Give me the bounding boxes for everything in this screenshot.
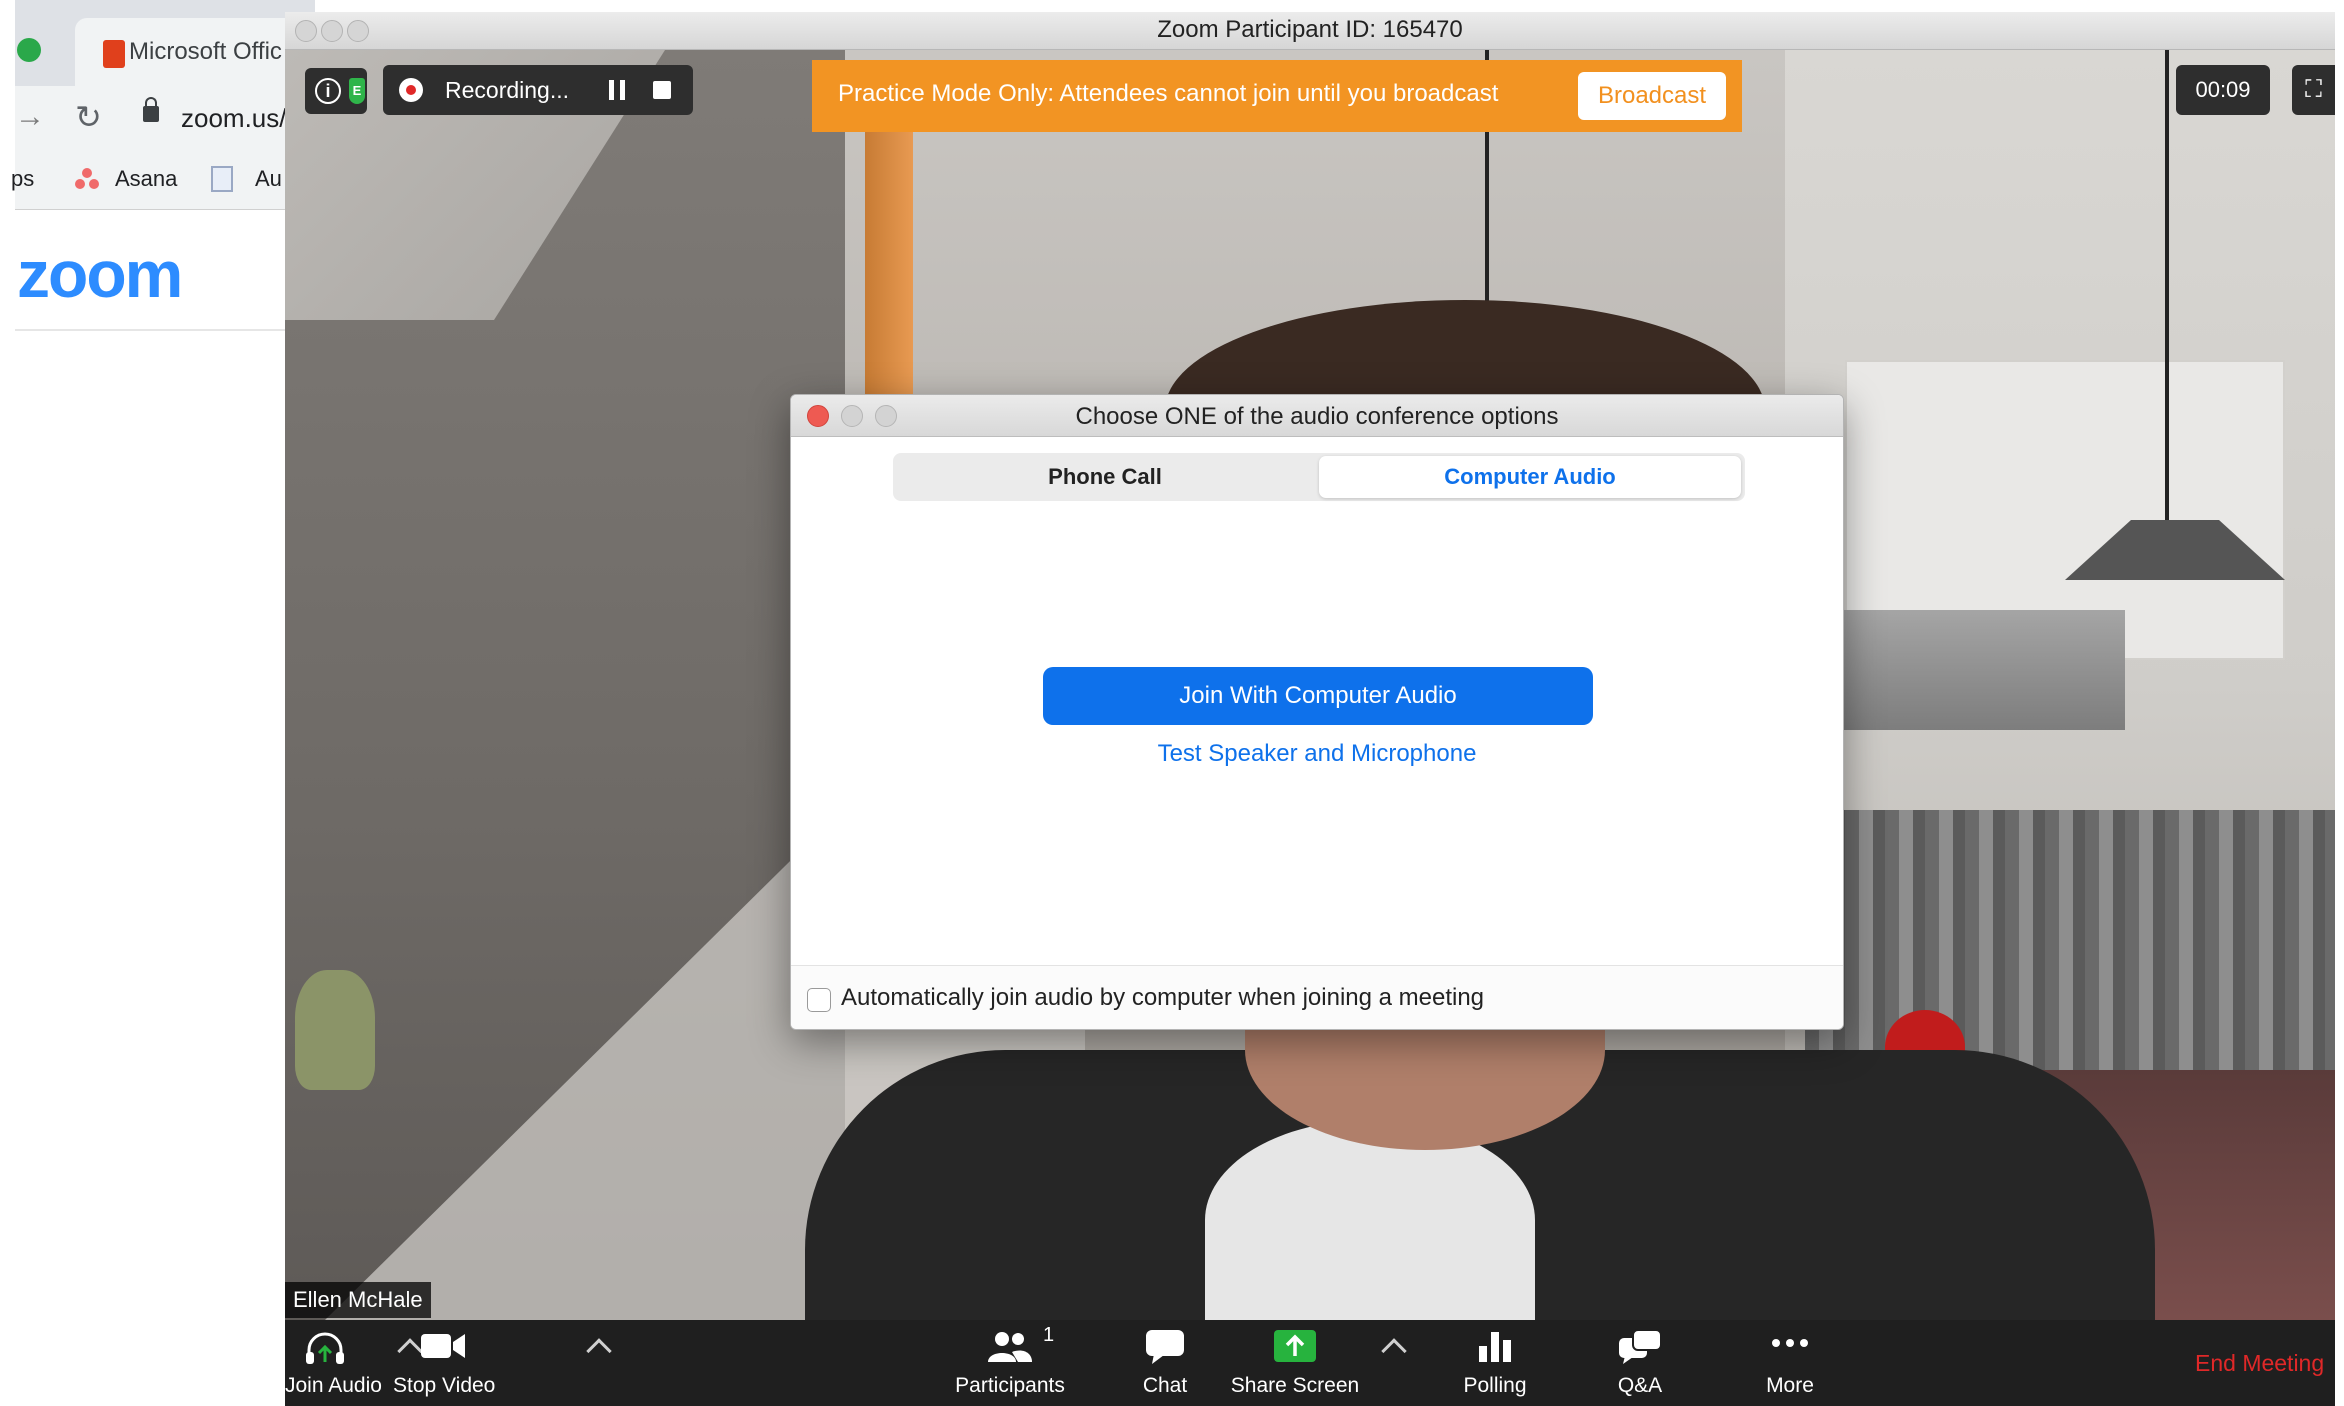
participants-button[interactable]: 1 Participants — [945, 1320, 1075, 1406]
stop-recording-icon[interactable] — [653, 81, 671, 99]
url-field[interactable]: zoom.us/ — [181, 103, 287, 134]
join-audio-button[interactable]: Join Audio — [285, 1320, 382, 1406]
more-dots-icon — [1772, 1339, 1808, 1347]
chat-label: Chat — [1142, 1374, 1188, 1397]
dialog-title: Choose ONE of the audio conference optio… — [1075, 403, 1559, 430]
info-icon[interactable]: i — [315, 78, 341, 104]
tab-computer-audio[interactable]: Computer Audio — [1319, 456, 1741, 498]
window-title-bar: Zoom Participant ID: 165470 — [285, 12, 2335, 50]
meeting-timer: 00:09 — [2176, 65, 2270, 115]
reload-icon[interactable]: ↻ — [75, 98, 102, 136]
browser-tab-title[interactable]: Microsoft Offic — [129, 38, 282, 66]
share-options-caret[interactable] — [1381, 1338, 1407, 1364]
audio-type-tabs: Phone Call Computer Audio — [893, 453, 1745, 501]
auto-join-label[interactable]: Automatically join audio by computer whe… — [841, 984, 1484, 1012]
browser-window: Microsoft Offic → ↻ zoom.us/ ps Asana Au… — [11, 0, 315, 1406]
pause-recording-icon[interactable] — [609, 80, 625, 100]
broadcast-button[interactable]: Broadcast — [1578, 72, 1726, 120]
video-camera-icon — [421, 1334, 465, 1358]
office-icon — [103, 40, 125, 68]
chat-button[interactable]: Chat — [1125, 1320, 1205, 1406]
share-screen-icon — [1274, 1330, 1316, 1362]
share-screen-button[interactable]: Share Screen — [1220, 1320, 1370, 1406]
zoom-logo[interactable]: zoom — [17, 236, 183, 312]
stop-video-label: Stop Video — [393, 1374, 496, 1397]
bar-chart-icon — [1479, 1332, 1511, 1362]
share-screen-label: Share Screen — [1230, 1374, 1360, 1397]
test-speaker-microphone-link[interactable]: Test Speaker and Microphone — [791, 740, 1843, 768]
fullscreen-icon[interactable]: ⛶ — [2292, 65, 2335, 115]
window-title: Zoom Participant ID: 165470 — [1157, 16, 1463, 43]
bookmark-asana[interactable]: Asana — [115, 166, 177, 192]
practice-mode-text: Practice Mode Only: Attendees cannot joi… — [838, 80, 1499, 107]
scene-person-shirt — [1205, 1120, 1535, 1320]
more-label: More — [1766, 1374, 1814, 1397]
scene-range-hood — [1825, 610, 2125, 730]
scene-lamp-cord — [2165, 50, 2169, 530]
recording-indicator: Recording... — [383, 65, 693, 115]
record-dot-icon — [399, 78, 423, 102]
qa-button[interactable]: Q&A — [1605, 1320, 1675, 1406]
join-computer-audio-button[interactable]: Join With Computer Audio — [1043, 667, 1593, 725]
lock-icon[interactable] — [143, 97, 159, 122]
document-icon — [211, 166, 233, 192]
join-audio-label: Join Audio — [285, 1374, 382, 1397]
meeting-toolbar: Join Audio Stop Video 1 Participants Cha… — [285, 1320, 2335, 1406]
video-options-caret[interactable] — [586, 1338, 612, 1364]
recording-label: Recording... — [445, 77, 570, 103]
participant-count-badge: 1 — [1043, 1324, 1055, 1346]
forward-arrow-icon[interactable]: → — [15, 100, 45, 134]
meeting-info-group: i E — [305, 68, 367, 114]
extension-icon[interactable] — [17, 38, 41, 62]
stop-video-button[interactable]: Stop Video — [393, 1320, 496, 1406]
qa-label: Q&A — [1617, 1374, 1663, 1397]
scene-backsplash — [1805, 810, 2335, 1070]
end-meeting-button[interactable]: End Meeting — [2195, 1350, 2324, 1377]
encryption-shield-icon[interactable]: E — [349, 78, 365, 104]
qa-bubbles-icon — [1619, 1329, 1662, 1364]
participants-label: Participants — [955, 1374, 1065, 1397]
bookmark-apps[interactable]: ps — [11, 166, 34, 192]
dialog-title-bar: Choose ONE of the audio conference optio… — [791, 395, 1843, 437]
polling-button[interactable]: Polling — [1445, 1320, 1545, 1406]
auto-join-checkbox[interactable] — [807, 988, 831, 1012]
participants-icon — [988, 1332, 1032, 1362]
chat-bubble-icon — [1146, 1330, 1184, 1364]
practice-mode-banner: Practice Mode Only: Attendees cannot joi… — [812, 60, 1742, 132]
participant-name-tag: Ellen McHale — [285, 1282, 431, 1318]
dialog-footer: Automatically join audio by computer whe… — [791, 965, 1843, 1029]
audio-options-dialog: Choose ONE of the audio conference optio… — [790, 394, 1844, 1030]
tab-phone-call[interactable]: Phone Call — [893, 453, 1317, 501]
bookmark-au[interactable]: Au — [255, 166, 282, 192]
headphones-icon — [306, 1332, 344, 1364]
polling-label: Polling — [1463, 1374, 1527, 1397]
more-button[interactable]: More — [1755, 1320, 1825, 1406]
asana-icon — [75, 168, 99, 190]
scene-plant — [295, 970, 375, 1090]
